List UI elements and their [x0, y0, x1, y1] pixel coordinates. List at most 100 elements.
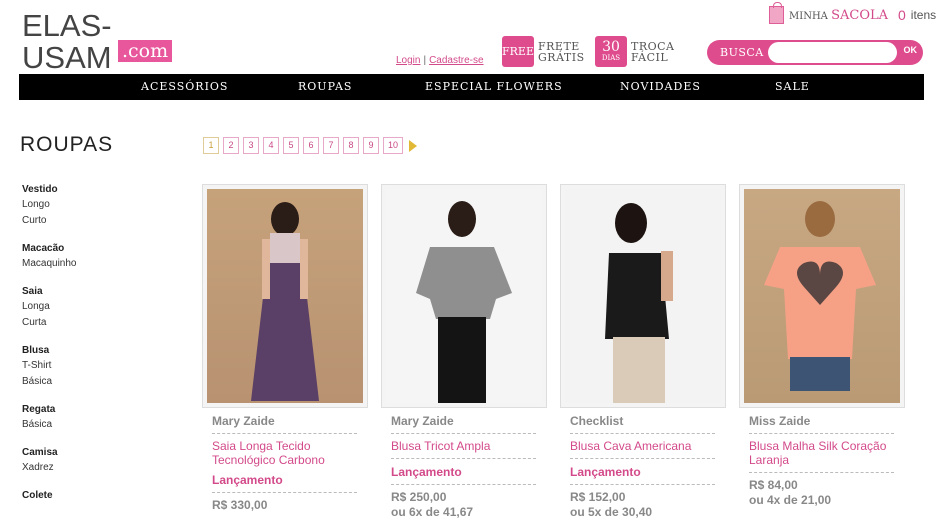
- subcategory-basica[interactable]: Básica: [22, 374, 172, 390]
- category-group: Colete: [22, 489, 172, 503]
- thirty-days-badge: 30 DIAS: [595, 36, 627, 67]
- page-10[interactable]: 10: [383, 137, 403, 154]
- subcategory-longa[interactable]: Longa: [22, 299, 172, 315]
- page-4[interactable]: 4: [263, 137, 279, 154]
- category-blusa[interactable]: Blusa: [22, 344, 172, 358]
- divider: [391, 458, 536, 459]
- bag-count: 0: [898, 7, 906, 23]
- product-photo: [565, 189, 721, 403]
- login-link[interactable]: Login: [396, 55, 420, 66]
- product-image[interactable]: [381, 184, 547, 408]
- bag-icon: [769, 2, 784, 24]
- category-regata[interactable]: Regata: [22, 403, 172, 417]
- nav-item-roupas[interactable]: ROUPAS: [298, 80, 352, 93]
- logo-com: .com: [118, 40, 173, 62]
- product-card: Mary Zaide Saia Longa Tecido Tecnológico…: [202, 184, 368, 513]
- page-7[interactable]: 7: [323, 137, 339, 154]
- product-price: R$ 84,00: [749, 478, 798, 492]
- product-brand: Checklist: [570, 414, 624, 428]
- nav-item-acessorios[interactable]: ACESSÓRIOS: [141, 80, 228, 93]
- product-installments: ou 5x de 30,40: [570, 505, 653, 519]
- launch-badge: Lançamento: [570, 465, 641, 479]
- search-input[interactable]: [768, 42, 897, 63]
- product-brand: Mary Zaide: [212, 414, 275, 428]
- nav-item-sale[interactable]: SALE: [775, 80, 810, 93]
- divider: [570, 458, 715, 459]
- search-ok-button[interactable]: OK: [904, 45, 918, 55]
- divider: [570, 433, 715, 434]
- divider: [391, 433, 536, 434]
- model-figure: [251, 202, 319, 401]
- category-group: Regata Básica: [22, 403, 172, 433]
- subcategory-longo[interactable]: Longo: [22, 197, 172, 213]
- subcategory-curta[interactable]: Curta: [22, 315, 172, 331]
- page-6[interactable]: 6: [303, 137, 319, 154]
- free-shipping-line1: FRETE: [538, 39, 580, 53]
- category-macacao[interactable]: Macacão: [22, 242, 172, 256]
- product-card: Checklist Blusa Cava Americana Lançament…: [560, 184, 726, 520]
- auth-links: Login | Cadastre-se: [396, 55, 484, 66]
- next-page-arrow-icon[interactable]: [409, 140, 417, 152]
- page-3[interactable]: 3: [243, 137, 259, 154]
- search-bar: BUSCA OK: [707, 40, 923, 65]
- exchange-line2: FÁCIL: [631, 50, 669, 64]
- product-image[interactable]: [560, 184, 726, 408]
- easy-exchange-promo: 30 DIAS TROCA FÁCIL: [595, 36, 675, 67]
- launch-badge: Lançamento: [212, 473, 283, 487]
- category-sidebar: Vestido Longo Curto Macacão Macaquinho S…: [22, 183, 172, 516]
- subcategory-curto[interactable]: Curto: [22, 213, 172, 229]
- product-price: R$ 152,00: [570, 490, 626, 504]
- product-brand: Miss Zaide: [749, 414, 811, 428]
- launch-badge: Lançamento: [391, 465, 462, 479]
- category-group: Vestido Longo Curto: [22, 183, 172, 229]
- page-title: ROUPAS: [20, 133, 114, 156]
- pagination: 1 2 3 4 5 6 7 8 9 10: [203, 137, 417, 154]
- category-camisa[interactable]: Camisa: [22, 446, 172, 460]
- signup-link[interactable]: Cadastre-se: [429, 55, 483, 66]
- product-name-link[interactable]: Saia Longa Tecido Tecnológico Carbono: [212, 439, 362, 467]
- category-group: Camisa Xadrez: [22, 446, 172, 476]
- page-9[interactable]: 9: [363, 137, 379, 154]
- subcategory-t-shirt[interactable]: T-Shirt: [22, 358, 172, 374]
- product-image[interactable]: [202, 184, 368, 408]
- bag-items-label: itens: [910, 8, 937, 22]
- product-image[interactable]: [739, 184, 905, 408]
- days-label: DIAS: [601, 54, 621, 62]
- category-vestido[interactable]: Vestido: [22, 183, 172, 197]
- category-group: Macacão Macaquinho: [22, 242, 172, 272]
- product-installments: ou 6x de 41,67: [391, 505, 474, 519]
- product-price: R$ 250,00: [391, 490, 447, 504]
- subcategory-macaquinho[interactable]: Macaquinho: [22, 256, 172, 272]
- free-shipping-line2: GRÁTIS: [538, 50, 585, 64]
- product-installments: ou 4x de 21,00: [749, 493, 832, 507]
- site-logo[interactable]: ELAS-USAM .com: [22, 10, 173, 74]
- nav-item-especial-flowers[interactable]: ESPECIAL FLOWERS: [425, 80, 563, 93]
- model-figure: [605, 203, 673, 403]
- product-price: R$ 330,00: [212, 498, 268, 512]
- easy-exchange-text: TROCA FÁCIL: [631, 41, 675, 63]
- divider: [570, 484, 715, 485]
- exchange-line1: TROCA: [631, 39, 675, 53]
- product-photo: [386, 189, 542, 403]
- divider: [391, 484, 536, 485]
- page-8[interactable]: 8: [343, 137, 359, 154]
- free-badge: FREE: [502, 36, 534, 67]
- category-saia[interactable]: Saia: [22, 285, 172, 299]
- product-name-link[interactable]: Blusa Tricot Ampla: [391, 439, 541, 453]
- product-name-link[interactable]: Blusa Malha Silk Coração Laranja: [749, 439, 899, 467]
- shopping-bag[interactable]: MINHA SACOLA 0 itens: [769, 2, 937, 24]
- page-2[interactable]: 2: [223, 137, 239, 154]
- subcategory-basica[interactable]: Básica: [22, 417, 172, 433]
- page-1[interactable]: 1: [203, 137, 219, 154]
- product-card: Miss Zaide Blusa Malha Silk Coração Lara…: [739, 184, 905, 508]
- divider: [749, 472, 894, 473]
- free-shipping-text: FRETE GRÁTIS: [538, 41, 585, 63]
- category-colete[interactable]: Colete: [22, 489, 172, 503]
- product-name-link[interactable]: Blusa Cava Americana: [570, 439, 720, 453]
- product-brand: Mary Zaide: [391, 414, 454, 428]
- subcategory-xadrez[interactable]: Xadrez: [22, 460, 172, 476]
- nav-item-novidades[interactable]: NOVIDADES: [620, 80, 701, 93]
- bag-label: MINHA SACOLA: [789, 8, 888, 23]
- page-5[interactable]: 5: [283, 137, 299, 154]
- divider: [749, 433, 894, 434]
